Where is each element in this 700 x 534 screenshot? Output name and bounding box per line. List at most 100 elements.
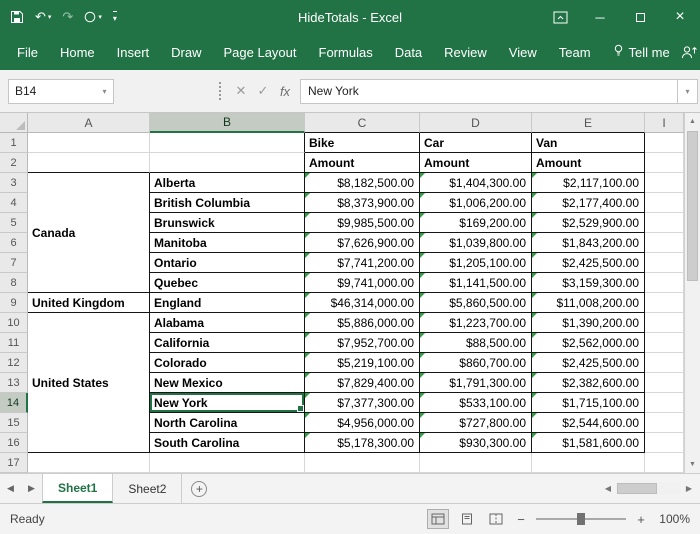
cell-E16[interactable]: $1,581,600.00 xyxy=(532,433,645,453)
zoom-out-button[interactable]: − xyxy=(515,512,527,527)
cell-A1[interactable] xyxy=(28,133,150,153)
cell-D5[interactable]: $169,200.00 xyxy=(420,213,532,233)
expand-formula-bar-icon[interactable]: ▾ xyxy=(678,79,698,104)
cell-C7[interactable]: $7,741,200.00 xyxy=(305,253,420,273)
cell-A9[interactable]: United Kingdom xyxy=(28,293,150,313)
ribbon-tab-formulas[interactable]: Formulas xyxy=(308,34,384,70)
cell-B15[interactable]: North Carolina xyxy=(150,413,305,433)
name-box-dropdown-icon[interactable]: ▾ xyxy=(96,79,114,104)
column-header-D[interactable]: D xyxy=(420,113,532,133)
ribbon-tab-draw[interactable]: Draw xyxy=(160,34,212,70)
close-button[interactable]: × xyxy=(660,0,700,34)
cell-D9[interactable]: $5,860,500.00 xyxy=(420,293,532,313)
cell-B6[interactable]: Manitoba xyxy=(150,233,305,253)
cell-B16[interactable]: South Carolina xyxy=(150,433,305,453)
cell-B17[interactable] xyxy=(150,453,305,473)
row-header-11[interactable]: 11 xyxy=(0,333,28,353)
cell-C15[interactable]: $4,956,000.00 xyxy=(305,413,420,433)
vertical-scrollbar-thumb[interactable] xyxy=(687,131,698,281)
cell-D14[interactable]: $533,100.00 xyxy=(420,393,532,413)
page-break-preview-button[interactable] xyxy=(486,510,506,528)
cell-A10[interactable]: United States xyxy=(28,313,150,453)
cell-I9[interactable] xyxy=(645,293,684,313)
cell-C6[interactable]: $7,626,900.00 xyxy=(305,233,420,253)
cancel-button[interactable]: ✕ xyxy=(230,79,252,104)
cell-I17[interactable] xyxy=(645,453,684,473)
cell-D8[interactable]: $1,141,500.00 xyxy=(420,273,532,293)
cell-C17[interactable] xyxy=(305,453,420,473)
redo-button[interactable]: ↷ xyxy=(62,9,73,25)
cell-B14[interactable]: New York xyxy=(150,393,305,413)
cell-I1[interactable] xyxy=(645,133,684,153)
cell-B9[interactable]: England xyxy=(150,293,305,313)
zoom-in-button[interactable]: + xyxy=(635,512,647,527)
cell-E7[interactable]: $2,425,500.00 xyxy=(532,253,645,273)
row-header-8[interactable]: 8 xyxy=(0,273,28,293)
cell-B5[interactable]: Brunswick xyxy=(150,213,305,233)
cell-C3[interactable]: $8,182,500.00 xyxy=(305,173,420,193)
column-header-B[interactable]: B xyxy=(150,113,305,133)
select-all-button[interactable] xyxy=(0,113,28,133)
cell-D2[interactable]: Amount xyxy=(420,153,532,173)
cell-B13[interactable]: New Mexico xyxy=(150,373,305,393)
cell-D6[interactable]: $1,039,800.00 xyxy=(420,233,532,253)
scroll-right-icon[interactable]: ▶ xyxy=(681,484,697,493)
cell-D12[interactable]: $860,700.00 xyxy=(420,353,532,373)
cell-D11[interactable]: $88,500.00 xyxy=(420,333,532,353)
vertical-scrollbar[interactable]: ▲ ▼ xyxy=(684,113,700,473)
cell-I10[interactable] xyxy=(645,313,684,333)
cell-D13[interactable]: $1,791,300.00 xyxy=(420,373,532,393)
row-header-12[interactable]: 12 xyxy=(0,353,28,373)
cell-D7[interactable]: $1,205,100.00 xyxy=(420,253,532,273)
cell-C2[interactable]: Amount xyxy=(305,153,420,173)
cell-B4[interactable]: British Columbia xyxy=(150,193,305,213)
row-header-6[interactable]: 6 xyxy=(0,233,28,253)
name-box[interactable]: B14 xyxy=(8,79,96,104)
cell-E13[interactable]: $2,382,600.00 xyxy=(532,373,645,393)
page-layout-view-button[interactable] xyxy=(457,510,477,528)
cell-A17[interactable] xyxy=(28,453,150,473)
cell-E9[interactable]: $11,008,200.00 xyxy=(532,293,645,313)
cell-C5[interactable]: $9,985,500.00 xyxy=(305,213,420,233)
cell-D17[interactable] xyxy=(420,453,532,473)
cell-I8[interactable] xyxy=(645,273,684,293)
cell-C8[interactable]: $9,741,000.00 xyxy=(305,273,420,293)
new-sheet-button[interactable]: + xyxy=(182,474,216,503)
row-header-9[interactable]: 9 xyxy=(0,293,28,313)
ribbon-tab-home[interactable]: Home xyxy=(49,34,106,70)
insert-function-button[interactable]: fx xyxy=(274,79,296,104)
ribbon-tab-page-layout[interactable]: Page Layout xyxy=(213,34,308,70)
cell-C1[interactable]: Bike xyxy=(305,133,420,153)
ribbon-tab-file[interactable]: File xyxy=(6,34,49,70)
minimize-button[interactable]: ─ xyxy=(580,0,620,34)
cell-E2[interactable]: Amount xyxy=(532,153,645,173)
row-header-7[interactable]: 7 xyxy=(0,253,28,273)
cell-E5[interactable]: $2,529,900.00 xyxy=(532,213,645,233)
cell-E4[interactable]: $2,177,400.00 xyxy=(532,193,645,213)
cell-B11[interactable]: California xyxy=(150,333,305,353)
scroll-down-icon[interactable]: ▼ xyxy=(685,456,700,473)
column-header-A[interactable]: A xyxy=(28,113,150,133)
cell-E8[interactable]: $3,159,300.00 xyxy=(532,273,645,293)
cell-C11[interactable]: $7,952,700.00 xyxy=(305,333,420,353)
cell-I5[interactable] xyxy=(645,213,684,233)
cell-I4[interactable] xyxy=(645,193,684,213)
cell-C4[interactable]: $8,373,900.00 xyxy=(305,193,420,213)
cell-C10[interactable]: $5,886,000.00 xyxy=(305,313,420,333)
cell-I14[interactable] xyxy=(645,393,684,413)
cell-E11[interactable]: $2,562,000.00 xyxy=(532,333,645,353)
formula-input[interactable]: New York xyxy=(300,79,678,104)
cell-E15[interactable]: $2,544,600.00 xyxy=(532,413,645,433)
row-header-1[interactable]: 1 xyxy=(0,133,28,153)
ribbon-tab-review[interactable]: Review xyxy=(433,34,498,70)
cell-A3[interactable]: Canada xyxy=(28,173,150,293)
cell-D15[interactable]: $727,800.00 xyxy=(420,413,532,433)
column-header-I[interactable]: I xyxy=(645,113,684,133)
row-header-16[interactable]: 16 xyxy=(0,433,28,453)
scroll-up-icon[interactable]: ▲ xyxy=(685,113,700,130)
cell-B1[interactable] xyxy=(150,133,305,153)
row-header-13[interactable]: 13 xyxy=(0,373,28,393)
row-header-4[interactable]: 4 xyxy=(0,193,28,213)
cell-D4[interactable]: $1,006,200.00 xyxy=(420,193,532,213)
share-button[interactable] xyxy=(681,45,700,59)
